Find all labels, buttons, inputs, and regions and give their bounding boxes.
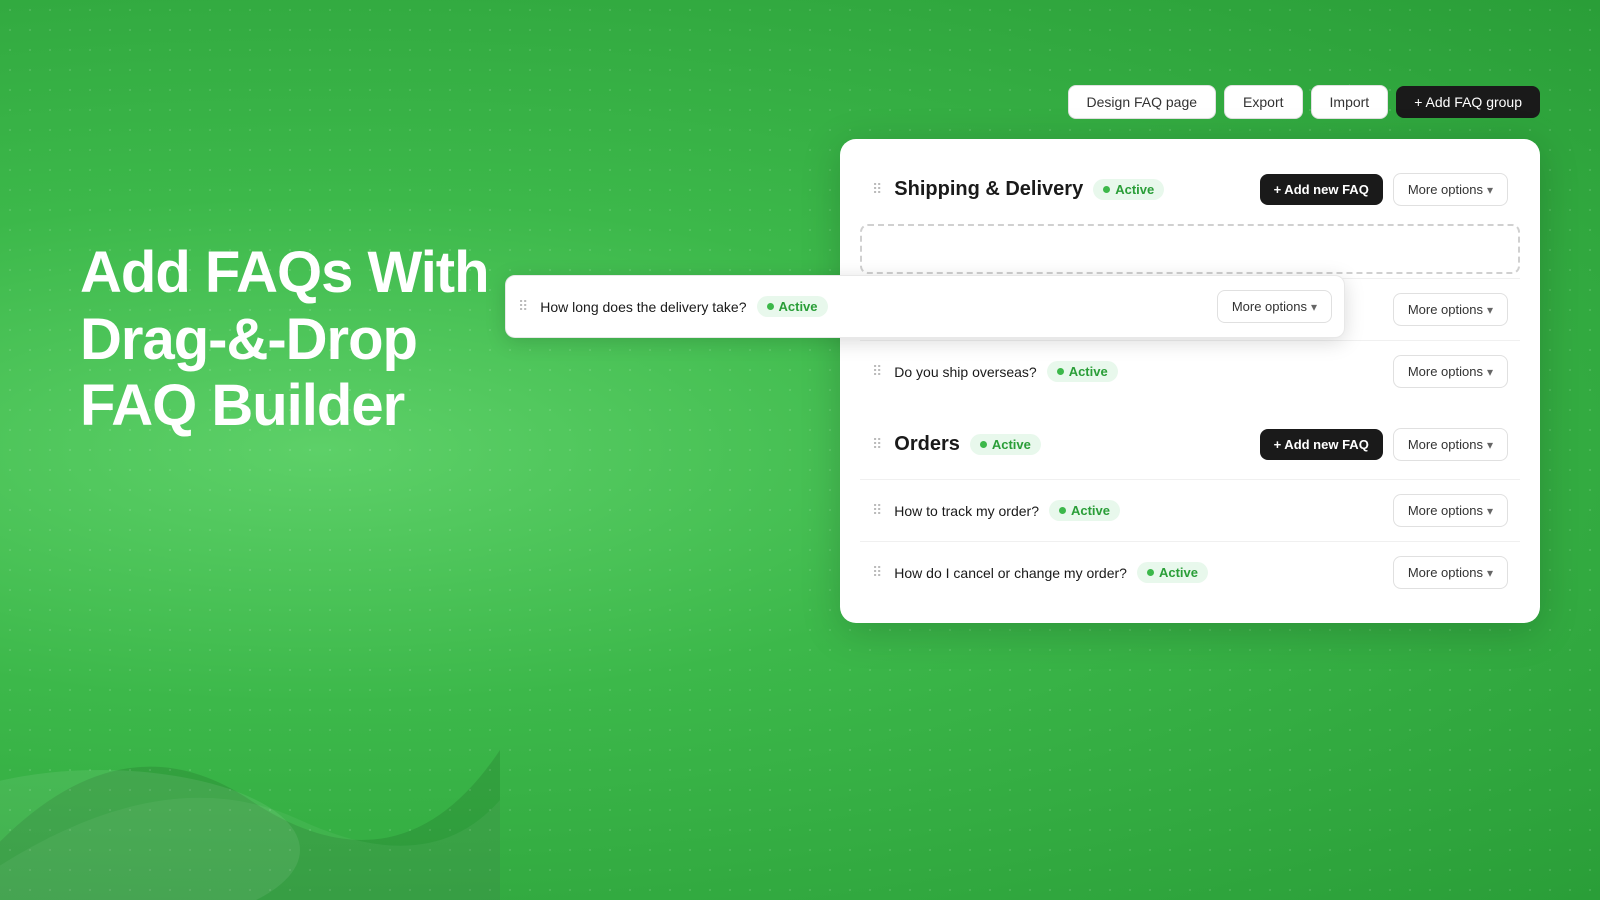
faq-more-options-label: More options — [1408, 503, 1483, 518]
dragging-faq-status-label: Active — [779, 299, 818, 314]
dragging-faq-row: ⠿ How long does the delivery take? Activ… — [505, 275, 1345, 338]
dragging-faq-status-dot — [767, 303, 774, 310]
shipping-drag-handle[interactable]: ⠿ — [872, 181, 882, 198]
orders-more-options-label: More options — [1408, 437, 1483, 452]
faq-status-label: Active — [1159, 565, 1198, 580]
orders-group-actions: + Add new FAQ More options ▾ — [1260, 428, 1508, 461]
faq-question: Do you ship overseas? — [894, 364, 1036, 380]
wave-decoration — [0, 500, 500, 900]
drop-zone — [860, 224, 1520, 274]
dragging-faq-status-badge: Active — [757, 296, 828, 317]
shipping-group-actions: + Add new FAQ More options ▾ — [1260, 173, 1508, 206]
section-divider — [860, 402, 1520, 414]
faq-status-badge: Active — [1047, 361, 1118, 382]
faq-row: ⠿ How to track my order? Active More opt… — [860, 479, 1520, 541]
dragging-faq-actions: More options ▾ — [1217, 290, 1332, 323]
orders-status-label: Active — [992, 437, 1031, 452]
faq-status-badge: Active — [1049, 500, 1120, 521]
shipping-group-header: ⠿ Shipping & Delivery Active + Add new F… — [860, 159, 1520, 220]
faq-more-options-label: More options — [1408, 565, 1483, 580]
toolbar: Design FAQ page Export Import + Add FAQ … — [840, 85, 1540, 119]
faq-actions: More options ▾ — [1393, 355, 1508, 388]
faq-status-label: Active — [1071, 503, 1110, 518]
orders-group-header: ⠿ Orders Active + Add new FAQ More optio… — [860, 414, 1520, 475]
faq-more-options-chevron: ▾ — [1487, 566, 1493, 580]
faq-actions: More options ▾ — [1393, 556, 1508, 589]
main-card: ⠿ Shipping & Delivery Active + Add new F… — [840, 139, 1540, 623]
shipping-status-label: Active — [1115, 182, 1154, 197]
faq-more-options-chevron: ▾ — [1487, 365, 1493, 379]
dragging-faq-question: How long does the delivery take? — [540, 299, 746, 315]
faq-status-dot — [1059, 507, 1066, 514]
faq-more-options-button[interactable]: More options ▾ — [1393, 556, 1508, 589]
orders-drag-handle[interactable]: ⠿ — [872, 436, 882, 453]
faq-more-options-chevron: ▾ — [1487, 303, 1493, 317]
faq-drag-handle[interactable]: ⠿ — [872, 363, 882, 380]
faq-row: ⠿ How do I cancel or change my order? Ac… — [860, 541, 1520, 603]
shipping-more-options-label: More options — [1408, 182, 1483, 197]
dragging-faq-more-options-button[interactable]: More options ▾ — [1217, 290, 1332, 323]
orders-status-dot — [980, 441, 987, 448]
shipping-add-faq-button[interactable]: + Add new FAQ — [1260, 174, 1383, 205]
faq-more-options-label: More options — [1408, 364, 1483, 379]
faq-question: How do I cancel or change my order? — [894, 565, 1127, 581]
orders-more-options-chevron: ▾ — [1487, 438, 1493, 452]
faq-drag-handle[interactable]: ⠿ — [872, 564, 882, 581]
shipping-status-badge: Active — [1093, 179, 1164, 200]
faq-more-options-button[interactable]: More options ▾ — [1393, 494, 1508, 527]
faq-actions: More options ▾ — [1393, 494, 1508, 527]
dragging-faq-more-options-label: More options — [1232, 299, 1307, 314]
shipping-status-dot — [1103, 186, 1110, 193]
faq-status-badge: Active — [1137, 562, 1208, 583]
dragging-faq-more-options-chevron: ▾ — [1311, 300, 1317, 314]
shipping-more-options-chevron: ▾ — [1487, 183, 1493, 197]
faq-question: How to track my order? — [894, 503, 1039, 519]
faq-status-label: Active — [1069, 364, 1108, 379]
dragging-drag-handle[interactable]: ⠿ — [518, 298, 528, 315]
faq-row: ⠿ Do you ship overseas? Active More opti… — [860, 340, 1520, 402]
right-panel: Design FAQ page Export Import + Add FAQ … — [840, 85, 1540, 623]
orders-more-options-button[interactable]: More options ▾ — [1393, 428, 1508, 461]
faq-actions: More options ▾ — [1393, 293, 1508, 326]
faq-more-options-chevron: ▾ — [1487, 504, 1493, 518]
design-faq-page-button[interactable]: Design FAQ page — [1068, 85, 1217, 119]
import-button[interactable]: Import — [1311, 85, 1389, 119]
orders-add-faq-button[interactable]: + Add new FAQ — [1260, 429, 1383, 460]
shipping-group-title: Shipping & Delivery — [894, 178, 1083, 201]
hero-section: Add FAQs With Drag-&-Drop FAQ Builder — [80, 240, 500, 440]
orders-group-title: Orders — [894, 433, 960, 456]
faq-drag-handle[interactable]: ⠿ — [872, 502, 882, 519]
shipping-more-options-button[interactable]: More options ▾ — [1393, 173, 1508, 206]
export-button[interactable]: Export — [1224, 85, 1302, 119]
faq-more-options-label: More options — [1408, 302, 1483, 317]
faq-more-options-button[interactable]: More options ▾ — [1393, 293, 1508, 326]
faq-status-dot — [1147, 569, 1154, 576]
orders-status-badge: Active — [970, 434, 1041, 455]
faq-status-dot — [1057, 368, 1064, 375]
hero-title: Add FAQs With Drag-&-Drop FAQ Builder — [80, 240, 500, 440]
add-faq-group-button[interactable]: + Add FAQ group — [1396, 86, 1540, 118]
faq-more-options-button[interactable]: More options ▾ — [1393, 355, 1508, 388]
